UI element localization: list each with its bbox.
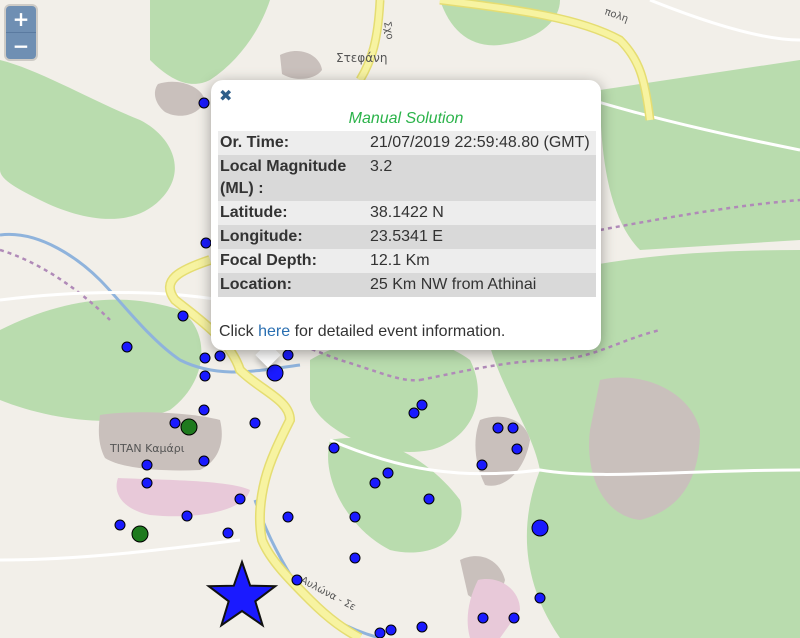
row-value: 25 Km NW from Athinai xyxy=(370,276,537,293)
event-marker[interactable] xyxy=(214,350,226,362)
row-longitude: Longitude: 23.5341 E xyxy=(218,225,596,249)
event-marker[interactable] xyxy=(374,627,386,638)
event-marker[interactable] xyxy=(534,592,546,604)
event-marker[interactable] xyxy=(249,417,261,429)
row-key: Focal Depth: xyxy=(220,252,317,269)
row-value: 12.1 Km xyxy=(370,252,430,269)
row-origin-time: Or. Time: 21/07/2019 22:59:48.80 (GMT) xyxy=(218,131,596,155)
map-canvas[interactable]: Σχο πολη Αυλώνα - Σε Στεφάνη TITAN Καμάρ… xyxy=(0,0,800,638)
event-marker[interactable] xyxy=(222,527,234,539)
event-marker[interactable] xyxy=(169,417,181,429)
event-marker[interactable] xyxy=(423,493,435,505)
event-info-table: Or. Time: 21/07/2019 22:59:48.80 (GMT) L… xyxy=(218,131,596,297)
row-value: 23.5341 E xyxy=(370,228,443,245)
details-link[interactable]: here xyxy=(258,323,290,340)
event-marker[interactable] xyxy=(369,477,381,489)
epicenter-star-icon[interactable] xyxy=(205,558,279,628)
event-marker[interactable] xyxy=(177,310,189,322)
event-marker[interactable] xyxy=(141,459,153,471)
zoom-control: + − xyxy=(6,6,36,59)
event-marker-green[interactable] xyxy=(180,418,198,436)
event-marker[interactable] xyxy=(198,455,210,467)
details-line: Click here for detailed event informatio… xyxy=(219,323,505,341)
zoom-in-button[interactable]: + xyxy=(6,6,36,32)
event-marker[interactable] xyxy=(181,510,193,522)
row-key: Latitude: xyxy=(220,204,288,221)
event-marker[interactable] xyxy=(328,442,340,454)
row-value: 3.2 xyxy=(370,158,393,175)
event-marker[interactable] xyxy=(382,467,394,479)
row-latitude: Latitude: 38.1422 N xyxy=(218,201,596,225)
close-icon[interactable]: ✖ xyxy=(219,86,232,105)
row-value: 38.1422 N xyxy=(370,204,444,221)
event-marker[interactable] xyxy=(385,624,397,636)
event-marker[interactable] xyxy=(477,612,489,624)
zoom-out-button[interactable]: − xyxy=(6,32,36,59)
details-prefix: Click xyxy=(219,323,259,340)
row-key: Location: xyxy=(220,276,292,293)
row-focal-depth: Focal Depth: 12.1 Km xyxy=(218,249,596,273)
event-marker[interactable] xyxy=(199,352,211,364)
row-magnitude: Local Magnitude (ML) : 3.2 xyxy=(218,155,596,201)
popup-title: Manual Solution xyxy=(348,110,464,127)
event-marker[interactable] xyxy=(349,552,361,564)
event-marker[interactable] xyxy=(198,97,210,109)
event-marker[interactable] xyxy=(282,349,294,361)
event-marker[interactable] xyxy=(492,422,504,434)
event-marker[interactable] xyxy=(508,612,520,624)
event-marker[interactable] xyxy=(349,511,361,523)
event-marker[interactable] xyxy=(200,237,212,249)
event-marker[interactable] xyxy=(121,341,133,353)
event-marker[interactable] xyxy=(282,511,294,523)
event-marker[interactable] xyxy=(199,370,211,382)
row-value: 21/07/2019 22:59:48.80 (GMT) xyxy=(370,134,590,151)
event-marker-large[interactable] xyxy=(531,519,549,537)
event-marker[interactable] xyxy=(416,399,428,411)
row-key: Or. Time: xyxy=(220,134,290,151)
event-marker-green[interactable] xyxy=(131,525,149,543)
event-marker[interactable] xyxy=(416,621,428,633)
row-key: Local Magnitude (ML) : xyxy=(220,158,347,197)
event-marker-large[interactable] xyxy=(266,364,284,382)
event-marker[interactable] xyxy=(234,493,246,505)
event-marker[interactable] xyxy=(408,407,420,419)
row-location: Location: 25 Km NW from Athinai xyxy=(218,273,596,297)
event-marker[interactable] xyxy=(511,443,523,455)
row-key: Longitude: xyxy=(220,228,303,245)
details-suffix: for detailed event information. xyxy=(290,323,506,340)
event-marker[interactable] xyxy=(141,477,153,489)
event-marker[interactable] xyxy=(198,404,210,416)
event-marker[interactable] xyxy=(291,574,303,586)
event-marker[interactable] xyxy=(114,519,126,531)
event-marker[interactable] xyxy=(476,459,488,471)
event-marker[interactable] xyxy=(507,422,519,434)
